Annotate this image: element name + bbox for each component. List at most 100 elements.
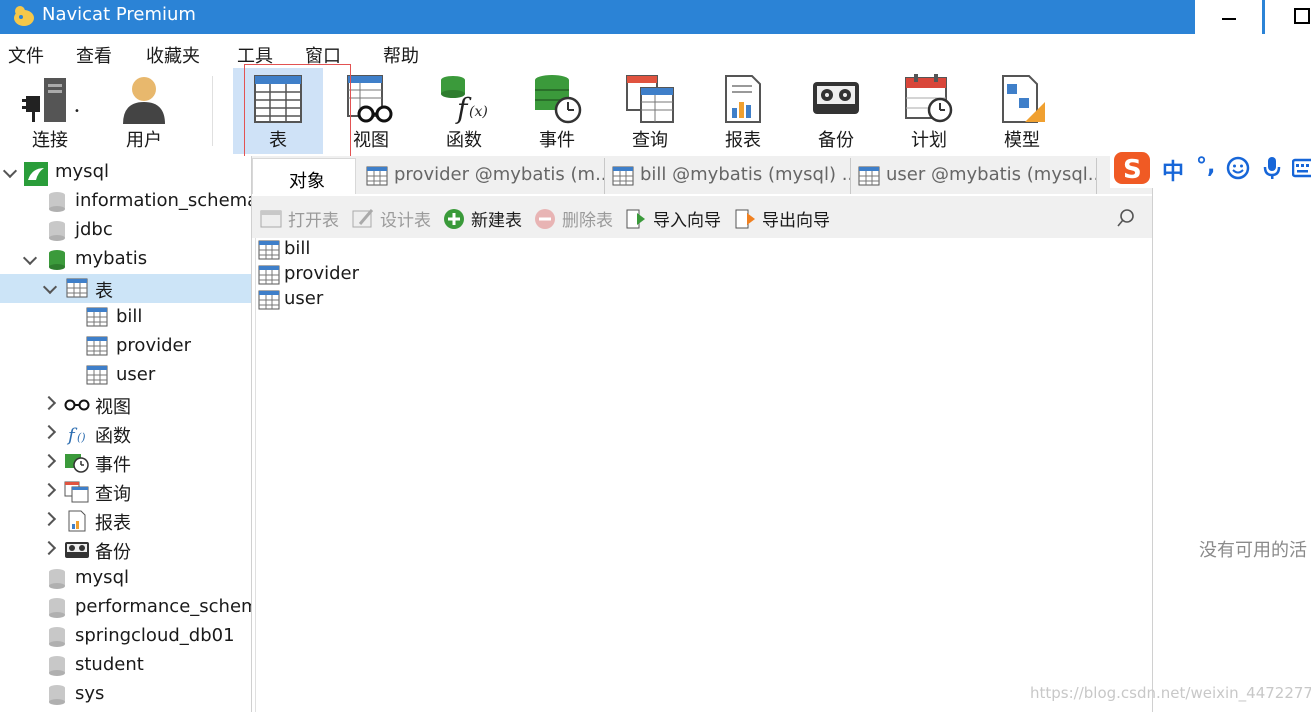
tree-group-events[interactable]: 事件 bbox=[0, 448, 251, 477]
backup-button[interactable]: 备份 bbox=[791, 68, 881, 154]
tab-provider[interactable]: provider @mybatis (m... bbox=[360, 158, 605, 194]
tree-label: springcloud_db01 bbox=[75, 625, 235, 646]
view-button[interactable]: 视图 bbox=[326, 68, 416, 154]
event-icon bbox=[535, 75, 582, 124]
button-label: 新建表 bbox=[471, 211, 522, 231]
button-label: 删除表 bbox=[562, 211, 613, 231]
model-button[interactable]: 模型 bbox=[977, 68, 1067, 154]
tree-db-mysql[interactable]: mysql bbox=[0, 564, 251, 593]
database-icon bbox=[49, 569, 65, 589]
tree-db-student[interactable]: student bbox=[0, 651, 251, 680]
database-icon bbox=[49, 656, 65, 676]
svg-text:(x): (x) bbox=[469, 104, 488, 120]
sogou-logo-icon[interactable]: S bbox=[1112, 150, 1152, 186]
minimize-button[interactable] bbox=[1194, 0, 1262, 34]
schedule-button[interactable]: 计划 bbox=[884, 68, 974, 154]
svg-text:•: • bbox=[74, 106, 80, 117]
plug-icon: • bbox=[22, 78, 80, 122]
design-table-icon bbox=[352, 209, 374, 228]
schedule-icon bbox=[905, 74, 953, 123]
menu-view[interactable]: 查看 bbox=[76, 42, 112, 68]
main-toolbar: • 连接 用户 表 视图 f (x) 函数 事件 查询 报表 备份 计划 模型 bbox=[0, 68, 1311, 156]
microphone-icon[interactable] bbox=[1262, 156, 1282, 180]
tree-label: 查询 bbox=[95, 484, 131, 505]
tree-group-reports[interactable]: 报表 bbox=[0, 506, 251, 535]
keyboard-icon[interactable] bbox=[1292, 158, 1311, 178]
chevron-right-icon[interactable] bbox=[41, 482, 57, 498]
tab-user[interactable]: user @mybatis (mysql... bbox=[852, 158, 1097, 194]
tree-group-queries[interactable]: 查询 bbox=[0, 477, 251, 506]
tab-label: provider @mybatis (m... bbox=[394, 164, 605, 185]
table-icon bbox=[612, 166, 634, 186]
search-icon[interactable] bbox=[1116, 208, 1136, 228]
tree-label: jdbc bbox=[75, 219, 113, 240]
table-icon bbox=[86, 365, 108, 385]
tree-group-tables[interactable]: 表 bbox=[0, 274, 251, 303]
tree-group-backups[interactable]: 备份 bbox=[0, 535, 251, 564]
remove-icon bbox=[535, 209, 555, 229]
ime-chinese-mode-toggle[interactable]: 中 bbox=[1162, 154, 1184, 186]
tab-bill[interactable]: bill @mybatis (mysql) ... bbox=[606, 158, 851, 194]
query-button[interactable]: 查询 bbox=[605, 68, 695, 154]
report-button[interactable]: 报表 bbox=[698, 68, 788, 154]
tree-group-views[interactable]: 视图 bbox=[0, 390, 251, 419]
table-button[interactable]: 表 bbox=[233, 68, 323, 154]
maximize-button[interactable] bbox=[1264, 0, 1311, 34]
event-button[interactable]: 事件 bbox=[512, 68, 602, 154]
tree-label: performance_schema bbox=[75, 596, 252, 617]
ime-punctuation-toggle[interactable]: °, bbox=[1196, 154, 1215, 179]
menu-favorites[interactable]: 收藏夹 bbox=[146, 42, 200, 68]
backup-icon bbox=[813, 82, 859, 114]
chevron-right-icon[interactable] bbox=[41, 540, 57, 556]
menu-window[interactable]: 窗口 bbox=[305, 42, 341, 68]
tree-db-information-schema[interactable]: information_schema bbox=[0, 187, 252, 216]
menu-file[interactable]: 文件 bbox=[8, 42, 44, 68]
database-open-icon bbox=[49, 250, 65, 270]
chevron-right-icon[interactable] bbox=[41, 511, 57, 527]
menu-tools[interactable]: 工具 bbox=[237, 42, 273, 68]
emoji-icon[interactable] bbox=[1226, 156, 1250, 180]
chevron-right-icon[interactable] bbox=[41, 424, 57, 440]
tree-group-functions[interactable]: f() 函数 bbox=[0, 419, 251, 448]
table-icon bbox=[258, 290, 280, 310]
open-table-icon bbox=[260, 210, 282, 228]
connect-button[interactable]: • 连接 bbox=[5, 68, 95, 154]
tree-db-sys[interactable]: sys bbox=[0, 680, 251, 709]
tree-connection-mysql[interactable]: mysql bbox=[0, 158, 251, 187]
query-icon bbox=[64, 481, 89, 503]
user-icon bbox=[123, 77, 165, 124]
tree-label: information_schema bbox=[75, 190, 252, 211]
function-label: 函数 bbox=[446, 130, 482, 151]
function-button[interactable]: f (x) 函数 bbox=[419, 68, 509, 154]
chevron-down-icon[interactable] bbox=[2, 163, 18, 179]
tree-table-user[interactable]: user bbox=[0, 361, 251, 390]
event-label: 事件 bbox=[539, 130, 575, 151]
chevron-down-icon[interactable] bbox=[42, 279, 58, 295]
chevron-right-icon[interactable] bbox=[41, 453, 57, 469]
tree-db-jdbc[interactable]: jdbc bbox=[0, 216, 251, 245]
backup-label: 备份 bbox=[818, 130, 854, 151]
chevron-down-icon[interactable] bbox=[22, 250, 38, 266]
tree-db-mybatis[interactable]: mybatis bbox=[0, 245, 251, 274]
query-icon bbox=[626, 75, 674, 123]
tab-objects[interactable]: 对象 bbox=[252, 158, 356, 194]
chevron-right-icon[interactable] bbox=[41, 395, 57, 411]
object-list: bill provider user bbox=[255, 238, 1148, 712]
view-icon bbox=[347, 75, 393, 123]
user-button[interactable]: 用户 bbox=[99, 68, 189, 154]
tree-db-performance-schema[interactable]: performance_schema bbox=[0, 593, 252, 622]
tree-label: user bbox=[116, 364, 156, 385]
tree-label: 备份 bbox=[95, 542, 131, 563]
tree-table-provider[interactable]: provider bbox=[0, 332, 251, 361]
ime-toolbar: S 中 °, bbox=[1110, 148, 1311, 188]
tree-db-springcloud-db01[interactable]: springcloud_db01 bbox=[0, 622, 251, 651]
database-icon bbox=[49, 192, 65, 212]
table-label: 表 bbox=[269, 130, 287, 151]
user-label: 用户 bbox=[126, 130, 162, 151]
tree-table-bill[interactable]: bill bbox=[0, 303, 251, 332]
svg-text:S: S bbox=[1123, 155, 1142, 185]
tree-label: provider bbox=[116, 335, 191, 356]
tab-label: bill @mybatis (mysql) ... bbox=[640, 164, 851, 185]
list-item-label: user bbox=[284, 288, 324, 309]
menu-help[interactable]: 帮助 bbox=[383, 42, 419, 68]
